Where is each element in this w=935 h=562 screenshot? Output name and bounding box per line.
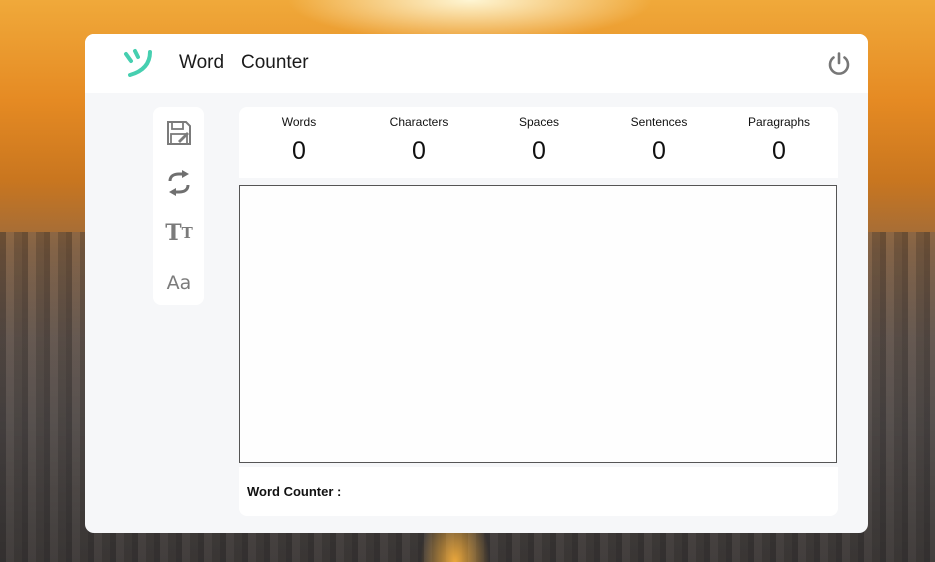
stat-value: 0 (292, 137, 306, 165)
footer-bar: Word Counter : (239, 467, 838, 516)
stat-value: 0 (772, 137, 786, 165)
stat-value: 0 (532, 137, 546, 165)
stat-label: Words (281, 115, 317, 129)
refresh-button[interactable] (165, 169, 193, 197)
stat-label: Spaces (518, 115, 560, 129)
logo-icon (124, 49, 152, 77)
stat-characters: Characters 0 (359, 107, 479, 166)
footer-label: Word Counter : (247, 484, 342, 499)
save-button[interactable] (165, 119, 193, 147)
app-title-counter: Counter (241, 52, 309, 73)
stat-sentences: Sentences 0 (599, 107, 719, 166)
stat-spaces: Spaces 0 (479, 107, 599, 166)
stat-label: Characters (389, 115, 449, 129)
font-case-button[interactable]: Aa (165, 269, 193, 297)
text-size-icon-big: T (165, 220, 182, 246)
stat-paragraphs: Paragraphs 0 (719, 107, 839, 166)
text-size-button[interactable]: TT (165, 219, 193, 247)
side-toolbar: TT Aa (153, 107, 204, 305)
stat-value: 0 (412, 137, 426, 165)
text-size-icon-small: T (181, 224, 193, 242)
stat-label: Sentences (630, 115, 688, 129)
font-case-icon: Aa (166, 272, 192, 294)
refresh-icon (168, 170, 190, 196)
stat-words: Words 0 (239, 107, 359, 166)
save-icon (167, 121, 191, 145)
app-title-word: Word (179, 52, 225, 73)
stat-label: Paragraphs (747, 115, 811, 129)
text-input-area[interactable] (239, 185, 837, 463)
app-header: Word Counter (85, 34, 868, 93)
power-icon[interactable] (826, 51, 852, 77)
stat-value: 0 (652, 137, 666, 165)
app-window: Word Counter TT Aa Words 0 Characters 0 … (85, 34, 868, 533)
stats-panel: Words 0 Characters 0 Spaces 0 Sentences … (239, 107, 838, 178)
